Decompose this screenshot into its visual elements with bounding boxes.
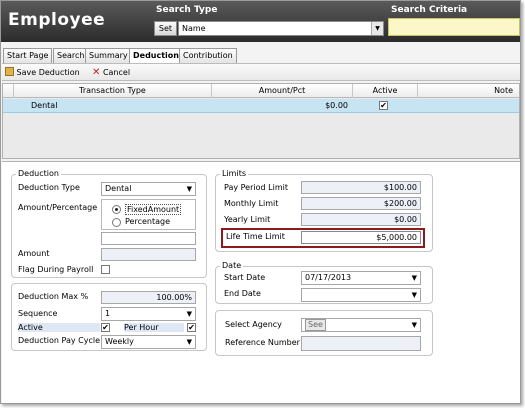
sequence-value: 1 — [105, 309, 111, 318]
per-hour-label: Per Hour — [124, 323, 184, 332]
reference-number-input[interactable] — [301, 336, 421, 351]
amount-percentage-extra[interactable] — [101, 232, 196, 245]
deduction-form: Deduction Deduction Type Dental ▼ Amount… — [2, 161, 520, 403]
deduction-group: Deduction Deduction Type Dental ▼ Amount… — [11, 169, 207, 278]
active-checkbox[interactable]: ✔ — [101, 323, 110, 332]
deduction-type-select[interactable]: Dental ▼ — [101, 182, 196, 196]
amount-type-radio-group: FixedAmount Percentage — [101, 199, 196, 230]
column-header-active[interactable]: Active — [352, 84, 417, 98]
see-button[interactable]: See — [305, 319, 326, 331]
amount-percentage-label: Amount/Percentage — [18, 203, 98, 212]
end-date-select[interactable]: ▼ — [301, 288, 421, 302]
fixed-amount-radio[interactable] — [112, 205, 121, 214]
pay-period-limit-label: Pay Period Limit — [224, 183, 288, 192]
column-header-note[interactable]: Note — [417, 84, 519, 98]
start-date-label: Start Date — [224, 273, 266, 282]
end-date-label: End Date — [224, 289, 261, 298]
column-header-amount[interactable]: Amount/Pct — [211, 84, 352, 98]
tab-summary[interactable]: Summary — [85, 48, 132, 63]
tab-search[interactable]: Search — [53, 48, 89, 63]
search-type-label: Search Type — [156, 5, 218, 15]
yearly-limit-label: Yearly Limit — [224, 215, 271, 224]
percentage-label: Percentage — [125, 217, 171, 226]
start-date-select[interactable]: 07/17/2013 ▼ — [301, 271, 421, 285]
pay-period-limit-input[interactable]: $100.00 — [301, 181, 421, 194]
set-button[interactable]: Set — [154, 21, 177, 36]
chevron-down-icon[interactable]: ▼ — [371, 22, 383, 35]
select-agency-label: Select Agency — [225, 320, 282, 329]
toolbar: Save Deduction ✕ Cancel — [2, 63, 520, 81]
deduction-type-value: Dental — [105, 184, 132, 193]
reference-number-label: Reference Number — [225, 338, 300, 347]
deduction-type-label: Deduction Type — [18, 183, 80, 192]
row-indicator-header — [3, 84, 13, 98]
deduction-max-input[interactable]: 100.00% — [101, 291, 196, 304]
start-date-value: 07/17/2013 — [305, 273, 352, 282]
search-criteria-label: Search Criteria — [391, 5, 468, 15]
fixed-amount-label: FixedAmount — [125, 204, 182, 215]
row-transaction-type: Dental — [31, 101, 58, 110]
page-title: Employee — [8, 10, 106, 30]
deduction-grid: Transaction Type Amount/Pct Active Note … — [2, 83, 520, 159]
search-type-select[interactable]: Name ▼ — [178, 21, 384, 36]
active-label: Active — [18, 323, 100, 332]
deduction-max-label: Deduction Max % — [18, 292, 89, 301]
per-hour-checkbox[interactable]: ✔ — [187, 323, 196, 332]
table-row[interactable]: Dental $0.00 ✔ — [3, 99, 519, 113]
lifetime-limit-highlight — [221, 228, 425, 248]
limits-group: Limits Pay Period Limit $100.00 Monthly … — [215, 169, 433, 252]
chevron-down-icon: ▼ — [411, 274, 417, 282]
chevron-down-icon: ▼ — [186, 185, 192, 193]
tab-deduction[interactable]: Deduction — [129, 48, 183, 64]
search-criteria-input[interactable] — [388, 18, 520, 36]
percentage-radio[interactable] — [112, 218, 121, 227]
save-deduction-button[interactable]: Save Deduction — [5, 66, 80, 79]
employee-window: Employee Search Type Search Criteria Set… — [0, 0, 521, 404]
cancel-button[interactable]: ✕ Cancel — [92, 66, 130, 79]
flag-during-payroll-checkbox[interactable] — [101, 265, 110, 274]
agency-group: Select Agency See ▼ Reference Number — [215, 310, 433, 356]
sequence-label: Sequence — [18, 309, 58, 318]
select-agency-select[interactable]: See ▼ — [301, 318, 421, 332]
sequence-select[interactable]: 1 ▼ — [101, 307, 196, 321]
cancel-label: Cancel — [102, 68, 131, 77]
yearly-limit-input[interactable]: $0.00 — [301, 213, 421, 226]
flag-during-payroll-label: Flag During Payroll — [18, 265, 94, 274]
chevron-down-icon: ▼ — [186, 338, 192, 346]
save-deduction-label: Save Deduction — [16, 68, 80, 77]
column-header-transaction-type[interactable]: Transaction Type — [13, 84, 211, 98]
date-group: Date Start Date 07/17/2013 ▼ End Date ▼ — [215, 261, 433, 304]
limits-legend: Limits — [220, 169, 248, 178]
monthly-limit-input[interactable]: $200.00 — [301, 197, 421, 210]
deduction-legend: Deduction — [16, 169, 61, 178]
deduction-settings-group: Deduction Max % 100.00% Sequence 1 ▼ Act… — [11, 283, 207, 351]
close-icon: ✕ — [92, 67, 101, 78]
pay-cycle-value: Weekly — [105, 337, 134, 346]
chevron-down-icon: ▼ — [186, 310, 192, 318]
grid-header: Transaction Type Amount/Pct Active Note — [3, 84, 519, 98]
chevron-down-icon: ▼ — [411, 321, 417, 329]
amount-input[interactable] — [101, 248, 196, 261]
deduction-pay-cycle-label: Deduction Pay Cycle — [18, 336, 101, 345]
date-legend: Date — [220, 261, 244, 270]
save-icon — [5, 67, 14, 76]
deduction-pay-cycle-select[interactable]: Weekly ▼ — [101, 335, 196, 349]
tab-start-page[interactable]: Start Page — [3, 48, 53, 63]
row-active-checkbox[interactable]: ✔ — [379, 101, 388, 110]
monthly-limit-label: Monthly Limit — [224, 199, 279, 208]
row-amount: $0.00 — [325, 101, 348, 110]
header-bar: Employee Search Type Search Criteria Set… — [1, 1, 520, 42]
chevron-down-icon: ▼ — [411, 291, 417, 299]
search-type-value: Name — [182, 24, 206, 33]
amount-label: Amount — [18, 249, 50, 258]
tab-contribution[interactable]: Contribution — [179, 48, 237, 63]
